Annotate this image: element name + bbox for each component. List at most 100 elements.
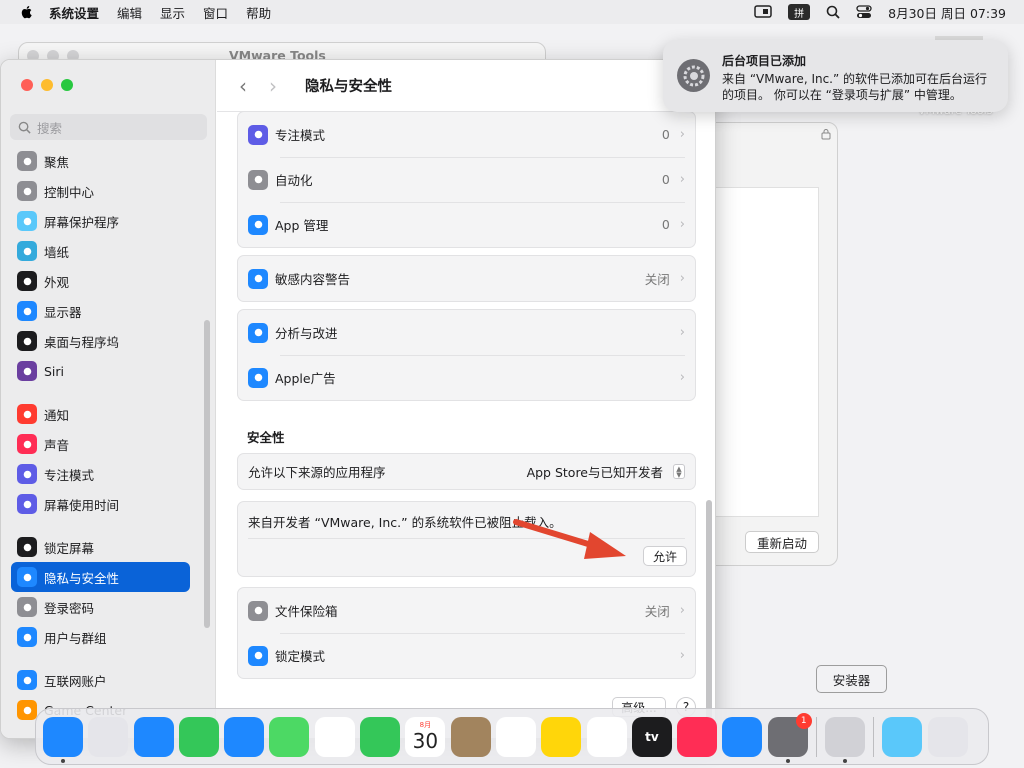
menu-edit[interactable]: 编辑 [117, 3, 142, 22]
sidebar-scrollbar[interactable] [204, 320, 210, 628]
sidebar-item[interactable]: 通知 [1, 399, 206, 429]
sidebar-item[interactable]: 外观 [1, 266, 206, 296]
sidebar-item-label: 通知 [44, 407, 70, 423]
notes-icon[interactable] [541, 716, 582, 757]
settings-row[interactable]: 专注模式 0 › [238, 112, 695, 157]
finder-icon[interactable] [43, 716, 83, 763]
sidebar-item-label: 聚焦 [44, 154, 70, 170]
menu-window[interactable]: 窗口 [203, 3, 228, 22]
downloads-icon[interactable] [882, 716, 923, 757]
settings-row[interactable]: 分析与改进 › [238, 310, 695, 355]
sidebar-item-label: Siri [44, 363, 65, 379]
sidebar-item-label: 隐私与安全性 [44, 570, 120, 586]
chevron-right-icon: › [679, 648, 685, 663]
search-field[interactable]: 搜索 [10, 114, 207, 140]
installer-window[interactable]: 重新启动 [700, 122, 838, 566]
settings-row[interactable]: Apple广告 › [238, 355, 695, 400]
sidebar-item[interactable]: 用户与群组 [1, 622, 206, 652]
sidebar-item[interactable]: 控制中心 [1, 176, 206, 206]
content-pane: ‹ › 隐私与安全性 专注模式 0 › 自动化 0 › App 管理 0 › 敏感内容警告 关闭 ›… [217, 60, 715, 738]
sidebar-item[interactable]: 登录密码 [1, 592, 206, 622]
minimize-button[interactable] [41, 79, 53, 91]
settings-row[interactable]: 敏感内容警告 关闭 › [238, 256, 695, 301]
sidebar-item[interactable]: 屏幕保护程序 [1, 206, 206, 236]
sidebar-item-label: 锁定屏幕 [44, 540, 95, 556]
forward-button[interactable]: › [269, 74, 277, 98]
settings-row[interactable]: 文件保险箱 关闭 › [238, 588, 695, 633]
menu-view[interactable]: 显示 [160, 3, 185, 22]
control-center-icon[interactable] [856, 5, 872, 19]
apple-tv-icon[interactable]: tv [631, 716, 672, 757]
password-icon [17, 597, 37, 617]
mail-icon[interactable] [224, 716, 265, 757]
menu-clock[interactable]: 8月30日 周日 07:39 [888, 3, 1006, 22]
system-settings-icon[interactable]: 1 [767, 712, 812, 763]
input-method-indicator[interactable]: 拼 [788, 4, 811, 20]
maps-icon[interactable] [269, 716, 310, 757]
settings-row[interactable]: 锁定模式 › [238, 633, 695, 678]
eye-icon [248, 268, 268, 289]
allowed-sources-select[interactable]: App Store与已知开发者 ▲ ▼ [527, 462, 685, 481]
messages-icon[interactable] [178, 716, 219, 757]
close-button[interactable] [21, 79, 33, 91]
display-icon [17, 301, 37, 321]
sidebar-item[interactable]: 互联网账户 [1, 665, 206, 695]
contacts-icon[interactable] [450, 716, 491, 757]
back-button[interactable]: ‹ [239, 74, 247, 98]
focus-icon [17, 464, 37, 484]
restart-button[interactable]: 重新启动 [745, 531, 819, 553]
music-icon[interactable] [677, 716, 718, 757]
settings-row[interactable]: 自动化 0 › [238, 157, 695, 202]
zoom-button[interactable] [61, 79, 73, 91]
sidebar-item[interactable]: 声音 [1, 429, 206, 459]
chevron-right-icon: › [679, 217, 685, 232]
dock-separator [816, 716, 818, 757]
sidebar-item[interactable]: 专注模式 [1, 459, 206, 489]
sidebar-item[interactable]: 显示器 [1, 296, 206, 326]
sidebar-item[interactable]: 聚焦 [1, 146, 206, 176]
menu-help[interactable]: 帮助 [246, 3, 271, 22]
settings-row[interactable]: App 管理 0 › [238, 202, 695, 247]
installer-icon[interactable] [825, 716, 866, 763]
sidebar-item-label: 显示器 [44, 304, 82, 320]
reminders-icon[interactable] [495, 716, 536, 757]
sidebar-item[interactable]: 锁定屏幕 [1, 532, 206, 562]
settings-row-label: Apple广告 [275, 371, 336, 386]
sidebar-item[interactable]: 桌面与程序坞 [1, 326, 206, 356]
sidebar-item[interactable]: 屏幕使用时间 [1, 489, 206, 519]
dock-separator [873, 716, 875, 757]
calendar-day: 30 [412, 729, 439, 753]
chevron-right-icon: › [679, 325, 685, 340]
gear-icon [248, 169, 268, 190]
dock: 8月 30 tv 1 [35, 708, 989, 765]
appearance-icon [17, 271, 37, 291]
menu-app-name[interactable]: 系统设置 [49, 3, 99, 22]
settings-gear-icon [677, 59, 710, 92]
chevron-right-icon: › [679, 127, 685, 142]
facetime-icon[interactable] [360, 716, 401, 757]
annotation-arrow [513, 519, 626, 559]
freeform-icon[interactable] [586, 716, 627, 757]
notification-banner[interactable]: 后台项目已添加 来自 “VMware, Inc.” 的软件已添加可在后台运行的项… [663, 40, 1008, 112]
safari-icon[interactable] [133, 716, 174, 757]
chevron-right-icon: › [679, 370, 685, 385]
sidebar-item[interactable]: 墙纸 [1, 236, 206, 266]
photos-icon[interactable] [314, 716, 355, 757]
running-indicator [843, 758, 848, 763]
launchpad-icon[interactable] [88, 716, 129, 757]
trash-icon[interactable] [927, 716, 968, 757]
sidebar-item[interactable]: Siri [1, 356, 206, 386]
running-indicator [61, 758, 65, 763]
screen-mirroring-icon[interactable] [754, 5, 772, 19]
calendar-icon[interactable]: 8月 30 [405, 716, 446, 757]
system-settings-window: 搜索 聚焦 控制中心 屏幕保护程序 墙纸 外观 显示器 桌面与程序坞 Siri 通知 声音 专注模式… [0, 59, 716, 739]
allow-button[interactable]: 允许 [643, 546, 687, 566]
select-stepper-icon: ▲ ▼ [673, 464, 685, 479]
spotlight-search-icon[interactable] [826, 5, 840, 19]
sidebar-item[interactable]: 隐私与安全性 [11, 562, 190, 592]
content-scrollbar[interactable] [706, 500, 712, 738]
apple-menu-icon[interactable] [19, 4, 35, 20]
sidebar-item-label: 桌面与程序坞 [44, 334, 120, 350]
sidebar-item-label: 互联网账户 [44, 673, 107, 689]
app-store-icon[interactable] [722, 716, 763, 757]
